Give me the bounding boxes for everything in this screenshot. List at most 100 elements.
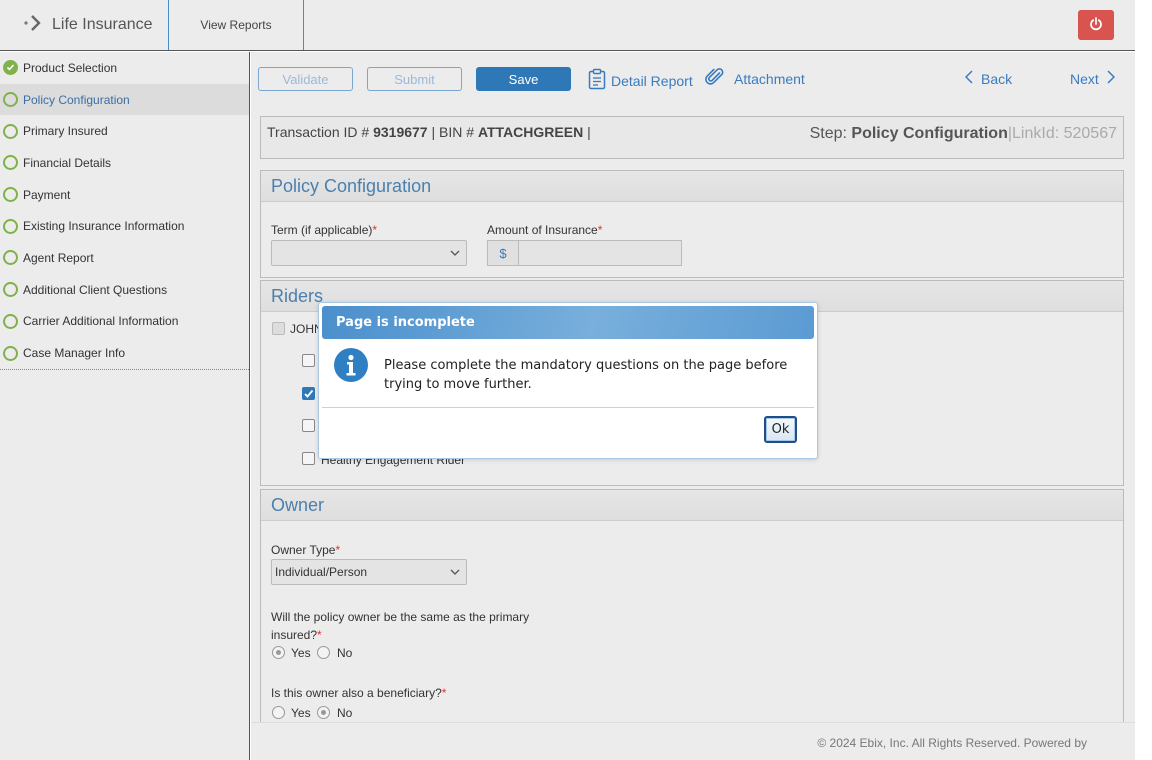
rider-checkbox-3[interactable] [302,419,315,432]
sidebar-item-policy-configuration[interactable]: Policy Configuration [0,83,249,116]
sidebar-item-payment[interactable]: Payment [0,179,249,211]
beneficiary-question-text: Is this owner also a beneficiary? [271,686,442,700]
info-icon [334,348,368,382]
owner-type-select[interactable]: Individual/Person [271,559,467,585]
yes-label: Yes [291,706,311,720]
transaction-id-label: Transaction ID # [267,124,370,140]
currency-prefix: $ [487,240,519,266]
top-header: Life Insurance View Reports [0,0,1135,51]
back-label: Back [981,70,1013,87]
status-circle-icon [3,155,18,171]
link-id: |LinkId: 520567 [1007,125,1117,142]
sidebar-item-primary-insured[interactable]: Primary Insured [0,115,249,147]
beneficiary-question: Is this owner also a beneficiary?* [271,686,446,700]
required-mark: * [335,543,341,557]
insured-rider-checkbox[interactable] [272,322,285,335]
step-value: Policy Configuration [851,125,1008,142]
status-circle-icon [3,123,18,139]
rider-checkbox-2[interactable] [302,387,315,400]
sidebar-item-existing-insurance-information[interactable]: Existing Insurance Information [0,210,249,242]
chevron-left-icon [964,70,973,87]
rider-checkbox-4[interactable] [302,452,315,465]
view-reports-link[interactable]: View Reports [168,0,304,50]
policy-configuration-title: Policy Configuration [261,171,1123,202]
logout-button[interactable] [1078,10,1114,40]
status-circle-icon [3,92,18,108]
bin-suffix: | [587,124,591,140]
app-logo[interactable]: Life Insurance [0,0,168,50]
submit-button[interactable]: Submit [367,67,462,91]
owner-type-label-text: Owner Type [271,543,336,557]
logo-chevron-icon [24,13,46,38]
yes-label: Yes [291,646,311,660]
sidebar-item-additional-client-questions[interactable]: Additional Client Questions [0,274,249,306]
same-as-insured-question: Will the policy owner be the same as the… [271,608,529,644]
required-mark: * [317,628,322,642]
power-icon [1089,16,1103,34]
attachment-link[interactable]: Attachment [705,68,805,89]
step-info: Step: Policy Configuration|LinkId: 52056… [810,125,1117,143]
dialog-message: Please complete the mandatory questions … [384,358,788,392]
step-label: Step: [809,125,847,142]
beneficiary-yes-radio[interactable] [272,706,285,719]
ok-button[interactable]: Ok [764,416,797,443]
toolbar: Validate Submit Save Detail Report Attac… [251,52,1135,108]
sidebar-item-label: Agent Report [23,250,94,265]
status-circle-icon [3,313,18,329]
sidebar-item-agent-report[interactable]: Agent Report [0,242,249,274]
next-button[interactable]: Next [1070,70,1115,87]
clipboard-icon [587,68,607,93]
paperclip-icon [705,68,725,89]
app-title: Life Insurance [52,16,153,33]
detail-report-label: Detail Report [611,72,693,89]
sidebar-item-product-selection[interactable]: Product Selection [0,52,249,84]
same-as-insured-q-line1: Will the policy owner be the same as the… [271,610,530,624]
no-label: No [337,646,353,660]
rider-checkbox-1[interactable] [302,354,315,367]
sidebar-item-label: Primary Insured [23,124,108,139]
amount-label-text: Amount of Insurance [487,223,598,237]
sidebar-item-financial-details[interactable]: Financial Details [0,147,249,179]
amount-label: Amount of Insurance* [487,223,602,237]
chevron-down-icon [450,247,460,261]
sidebar-item-label: Financial Details [23,155,112,170]
term-select[interactable] [271,240,467,266]
no-label: No [337,706,353,720]
sidebar-item-label: Case Manager Info [23,346,126,361]
beneficiary-no-radio[interactable] [317,706,330,719]
check-circle-icon [3,60,18,76]
required-mark: * [597,223,603,237]
transaction-bar: Transaction ID # 9319677 | BIN # ATTACHG… [260,116,1124,159]
save-button[interactable]: Save [476,67,571,91]
amount-input[interactable] [518,240,682,266]
same-as-insured-yes-radio[interactable] [272,646,285,659]
term-label: Term (if applicable)* [271,223,377,237]
sidebar-item-label: Product Selection [23,60,118,75]
detail-report-link[interactable]: Detail Report [587,68,693,93]
sidebar: Product Selection Policy Configuration Pri… [0,52,250,760]
owner-type-label: Owner Type* [271,543,340,557]
sidebar-item-label: Carrier Additional Information [23,314,179,329]
same-as-insured-q-line2: insured? [271,628,318,642]
status-circle-icon [3,187,18,203]
same-as-insured-no-radio[interactable] [317,646,330,659]
owner-section: Owner Owner Type* Individual/Person Will… [260,489,1124,722]
status-circle-icon [3,345,18,361]
owner-title: Owner [261,490,1123,521]
status-circle-icon [3,218,18,234]
back-button[interactable]: Back [964,70,1013,87]
incomplete-page-dialog: Page is incomplete Please complete the m… [318,302,818,459]
sidebar-item-case-manager-info[interactable]: Case Manager Info [0,337,249,369]
policy-configuration-section: Policy Configuration Term (if applicable… [260,170,1124,278]
sidebar-item-label: Policy Configuration [23,92,130,107]
owner-type-value: Individual/Person [275,565,368,579]
transaction-id: 9319677 [373,124,428,140]
validate-button[interactable]: Validate [258,67,353,91]
sidebar-item-label: Additional Client Questions [23,282,168,297]
chevron-right-icon [1107,70,1115,87]
sidebar-item-carrier-additional-information[interactable]: Carrier Additional Information [0,306,249,338]
required-mark: * [441,686,447,700]
dialog-title: Page is incomplete [322,306,814,339]
sidebar-list: Product Selection Policy Configuration Pri… [0,52,249,370]
attachment-label: Attachment [734,70,805,87]
